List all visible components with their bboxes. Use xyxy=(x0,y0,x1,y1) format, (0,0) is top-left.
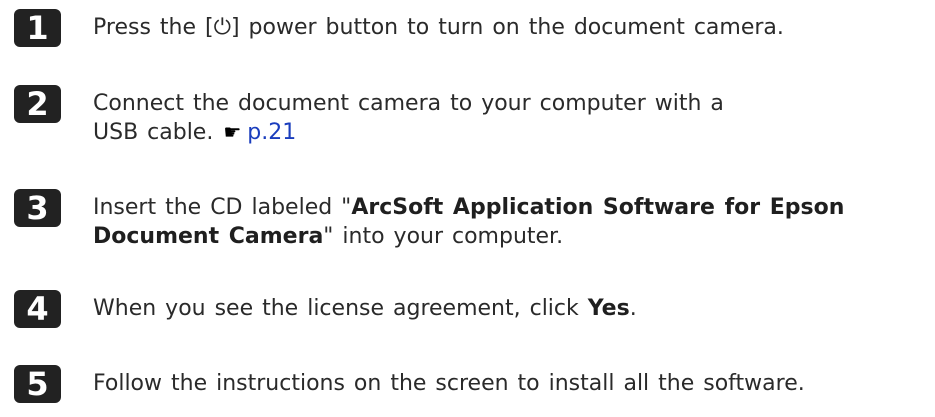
step-number-badge: 4 xyxy=(14,290,61,328)
step-number-badge: 2 xyxy=(14,85,61,123)
step-text: Follow the instructions on the screen to… xyxy=(93,371,805,396)
step-number-badge: 1 xyxy=(14,9,61,47)
power-icon: ⏻ xyxy=(213,15,231,40)
step-text: Press the [⏻] power button to turn on th… xyxy=(93,15,784,40)
step-text: When you see the license agreement, clic… xyxy=(93,296,637,321)
step-number-badge: 3 xyxy=(14,189,61,227)
step-text: Connect the document camera to your comp… xyxy=(93,91,724,145)
pointing-hand-icon: ☛ xyxy=(223,120,242,144)
step-text: Insert the CD labeled "ArcSoft Applicati… xyxy=(93,195,845,249)
page-reference-link[interactable]: p.21 xyxy=(247,120,296,145)
step-number-badge: 5 xyxy=(14,365,61,403)
